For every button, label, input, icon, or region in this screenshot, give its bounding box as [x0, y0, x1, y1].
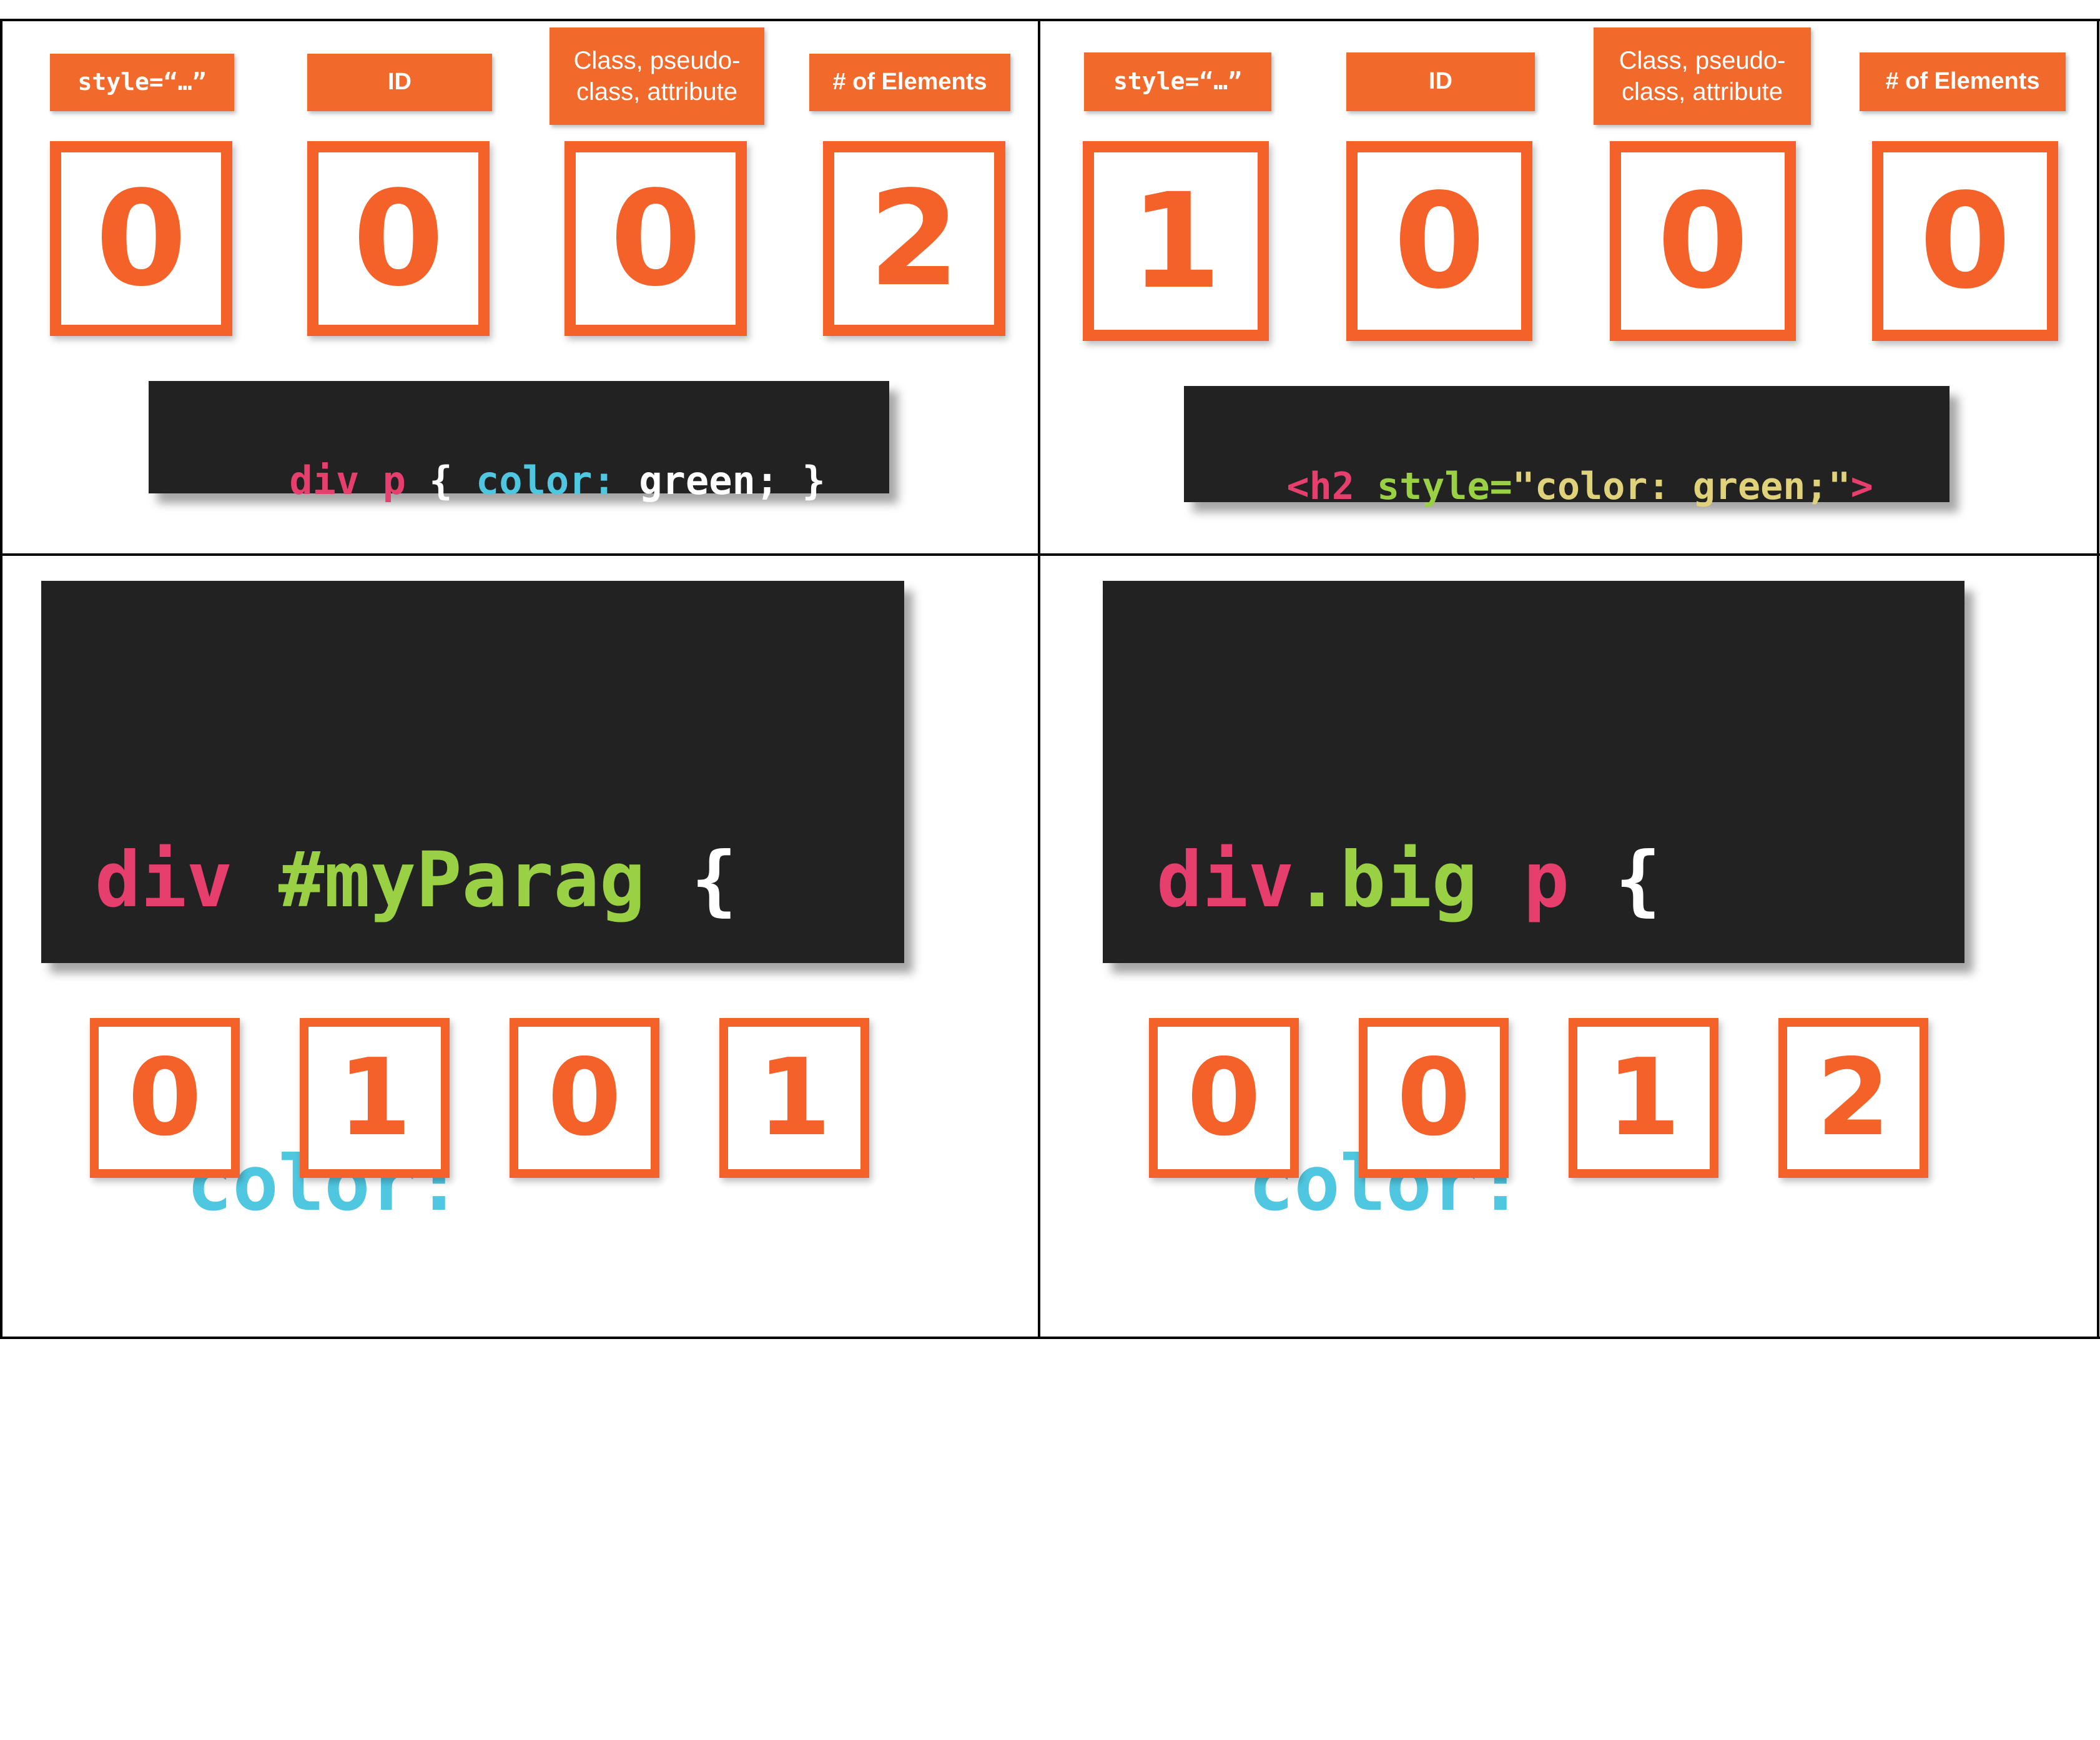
header-id: ID [307, 54, 492, 111]
code-id-selector: #myParag [278, 836, 646, 924]
code-brace-close: } [802, 458, 826, 503]
specificity-digit-inline: 0 [1149, 1018, 1299, 1178]
code-snippet: div.big p { color: green; } [1103, 581, 1964, 1531]
code-line-1: div #myParag { [95, 829, 904, 931]
specificity-digit-id: 0 [1359, 1018, 1509, 1178]
specificity-digit-id: 1 [300, 1018, 450, 1178]
specificity-digit-class: 0 [564, 141, 747, 336]
specificity-digit-elements: 2 [823, 141, 1005, 336]
header-class-line1: Class, pseudo- [1619, 47, 1786, 74]
table-border-right [2097, 19, 2099, 1339]
specificity-digit-id: 0 [307, 141, 490, 336]
panel-top-left: style=“…” ID Class, pseudo- class, attri… [0, 0, 1038, 553]
code-line-1: div.big p { [1156, 829, 1964, 931]
header-id: ID [1346, 52, 1535, 111]
specificity-digit-elements: 1 [719, 1018, 869, 1178]
code-snippet: <h2 style="color: green;"> [1184, 386, 1950, 508]
panel-top-right: style=“…” ID Class, pseudo- class, attri… [1040, 0, 2097, 553]
header-class-line1: Class, pseudo- [573, 47, 741, 74]
code-line-3: } [1156, 1436, 1964, 1538]
code-value: green; [639, 458, 779, 503]
specificity-digit-class: 1 [1569, 1018, 1718, 1178]
header-elements: # of Elements [809, 54, 1010, 111]
specificity-digit-inline: 1 [1083, 141, 1269, 341]
header-class: Class, pseudo- class, attribute [550, 27, 764, 125]
code-brace-open: { [429, 458, 453, 503]
specificity-digit-inline: 0 [90, 1018, 240, 1178]
code-brace-close: } [95, 1443, 141, 1531]
code-descendant-selector: p [1523, 836, 1570, 924]
code-brace-open: { [691, 836, 737, 924]
code-selector: div p [289, 458, 406, 503]
header-inline-style: style=“…” [50, 54, 234, 111]
code-quote-open: " [1512, 465, 1535, 508]
code-property: color: [475, 458, 616, 503]
specificity-digit-elements: 2 [1778, 1018, 1928, 1178]
specificity-digit-elements: 0 [1872, 141, 2058, 341]
specificity-digit-id: 0 [1346, 141, 1532, 341]
specificity-digit-inline: 0 [50, 141, 232, 336]
specificity-digit-class: 0 [510, 1018, 659, 1178]
header-class-line2: class, attribute [576, 78, 737, 106]
header-class: Class, pseudo- class, attribute [1594, 27, 1811, 125]
code-snippet: div #myParag { color: blue; } [41, 581, 904, 1531]
code-class-selector: .big [1294, 836, 1478, 924]
header-class-line2: class, attribute [1622, 78, 1783, 106]
code-line-3: } [95, 1436, 904, 1538]
code-quote-close: " [1828, 465, 1851, 508]
code-selector: div [1156, 836, 1294, 924]
panel-bottom-left: div #myParag { color: blue; } 0 1 0 1 [0, 556, 1038, 1531]
header-elements: # of Elements [1860, 52, 2066, 111]
code-brace-open: { [1615, 836, 1661, 924]
specificity-digit-class: 0 [1610, 141, 1796, 341]
code-value: green; [1692, 465, 1828, 508]
code-property: color: [1534, 465, 1670, 508]
code-tag-open: <h2 [1286, 465, 1354, 508]
code-brace-close: } [1156, 1443, 1203, 1531]
code-snippet: div p { color: green; } [149, 381, 889, 503]
code-tag-close: > [1850, 465, 1873, 508]
panel-bottom-right: div.big p { color: green; } 0 0 1 2 [1040, 556, 2097, 1531]
code-attribute: style= [1377, 465, 1512, 508]
code-selector: div [95, 836, 233, 924]
header-inline-style: style=“…” [1084, 52, 1271, 111]
